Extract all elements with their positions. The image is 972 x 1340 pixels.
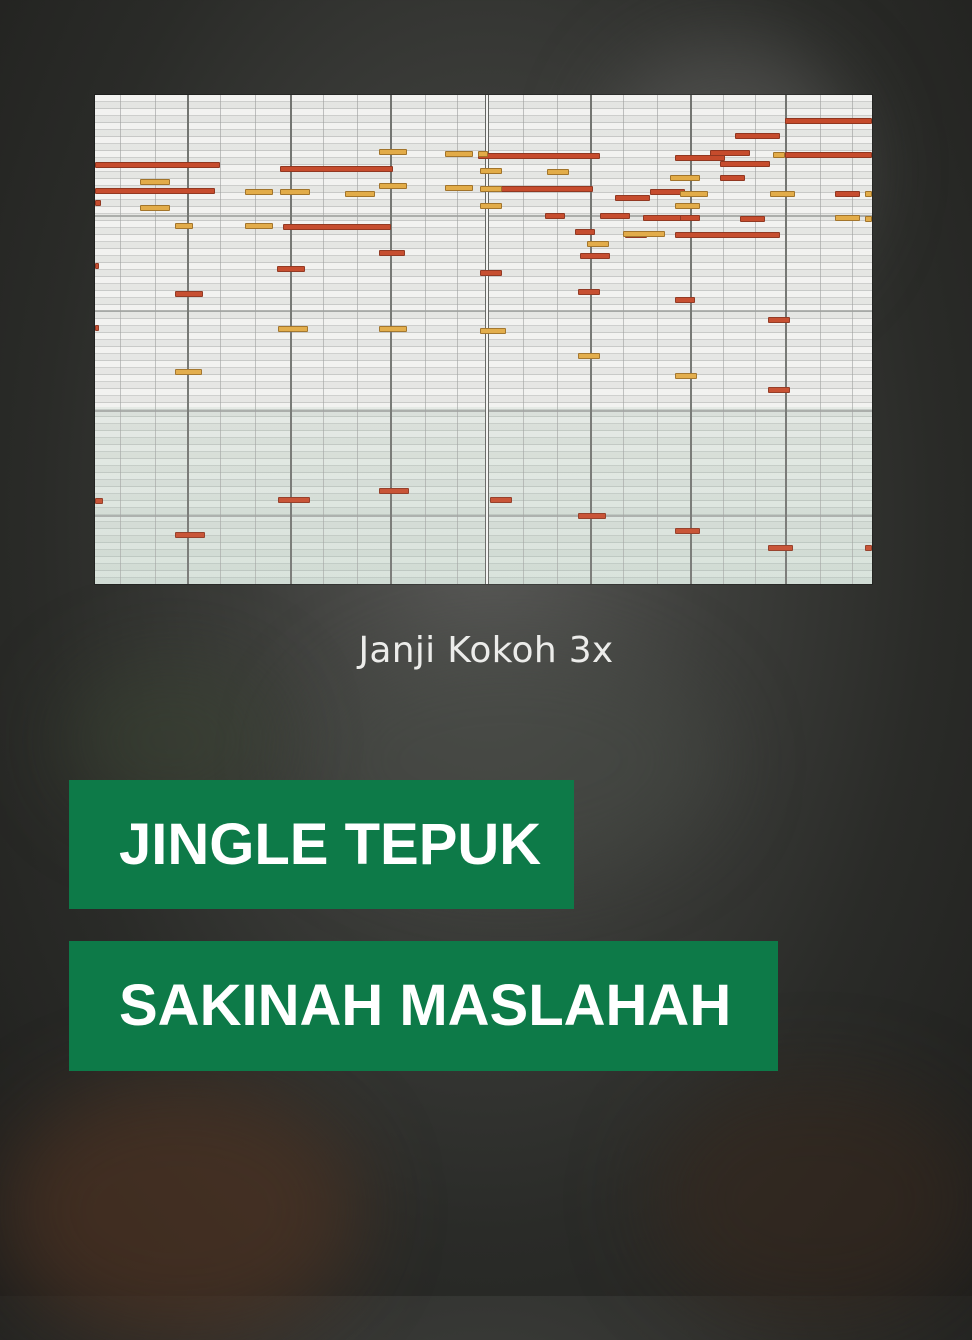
caption-text: Janji Kokoh 3x (358, 630, 614, 671)
background-blur (0, 1080, 360, 1340)
beat-line (852, 95, 853, 584)
beat-line (523, 95, 524, 584)
beat-line (657, 95, 658, 584)
midi-note (675, 373, 697, 379)
midi-note (445, 151, 473, 157)
midi-note (379, 326, 407, 332)
title-text-line-2: SAKINAH MASLAHAH (119, 973, 732, 1038)
midi-note (175, 223, 193, 229)
midi-note (95, 188, 215, 194)
midi-note (600, 213, 630, 219)
title-banner-line-1: JINGLE TEPUK (69, 780, 574, 909)
beat-line (723, 95, 724, 584)
beat-line (820, 95, 821, 584)
midi-note (379, 250, 405, 256)
midi-note (710, 150, 750, 156)
midi-note (379, 149, 407, 155)
midi-note (768, 545, 793, 551)
midi-note (480, 186, 502, 192)
midi-note (478, 153, 600, 159)
midi-note (278, 497, 310, 503)
midi-note (95, 263, 99, 269)
midi-note (480, 270, 502, 276)
midi-note (865, 545, 872, 551)
midi-note (95, 162, 220, 168)
midi-note (445, 185, 473, 191)
midi-note (785, 152, 872, 158)
midi-note (675, 297, 695, 303)
midi-note (680, 191, 708, 197)
midi-note (680, 215, 700, 221)
midi-note (140, 205, 170, 211)
midi-note (623, 231, 665, 237)
midi-note (280, 189, 310, 195)
midi-note (480, 168, 502, 174)
midi-note (773, 152, 785, 158)
midi-note (675, 203, 700, 209)
midi-note (770, 191, 795, 197)
title-banner-line-2: SAKINAH MASLAHAH (69, 941, 778, 1071)
midi-note (578, 289, 600, 295)
midi-note (580, 253, 610, 259)
beat-line (220, 95, 221, 584)
midi-note (835, 215, 860, 221)
midi-note (545, 213, 565, 219)
midi-note (575, 229, 595, 235)
midi-note (278, 326, 308, 332)
midi-note (490, 497, 512, 503)
title-text-line-1: JINGLE TEPUK (119, 811, 542, 877)
midi-note (587, 241, 609, 247)
midi-note (578, 513, 606, 519)
bar-line (785, 95, 787, 584)
midi-note (720, 161, 770, 167)
midi-note (245, 223, 273, 229)
midi-note (675, 528, 700, 534)
midi-note (740, 216, 765, 222)
bar-line (187, 95, 189, 584)
midi-note (493, 186, 593, 192)
midi-note (865, 191, 872, 197)
midi-note (245, 189, 273, 195)
midi-note (578, 353, 600, 359)
midi-note (720, 175, 745, 181)
midi-note (379, 488, 409, 494)
midi-note (865, 216, 872, 222)
beat-line (425, 95, 426, 584)
midi-note (280, 166, 393, 172)
midi-note (95, 325, 99, 331)
midi-note (547, 169, 569, 175)
midi-note (175, 291, 203, 297)
midi-note (140, 179, 170, 185)
midi-note (283, 224, 391, 230)
bar-line (690, 95, 692, 584)
beat-line (755, 95, 756, 584)
midi-note (675, 232, 780, 238)
midi-note (643, 215, 683, 221)
midi-note (735, 133, 780, 139)
midi-note (480, 203, 502, 209)
midi-note (277, 266, 305, 272)
midi-note (345, 191, 375, 197)
background-blur (650, 1080, 972, 1320)
midi-note (835, 191, 860, 197)
midi-note (175, 532, 205, 538)
midi-note (478, 151, 488, 157)
midi-note (785, 118, 872, 124)
midi-note (95, 200, 101, 206)
midi-note (768, 317, 790, 323)
beat-line (623, 95, 624, 584)
midi-note (768, 387, 790, 393)
midi-note (670, 175, 700, 181)
beat-line (457, 95, 458, 584)
midi-note (615, 195, 650, 201)
midi-note (480, 328, 506, 334)
midi-note (175, 369, 202, 375)
beat-line (255, 95, 256, 584)
midi-note (95, 498, 103, 504)
beat-line (155, 95, 156, 584)
beat-line (120, 95, 121, 584)
piano-roll-screenshot (95, 95, 872, 584)
bar-line (590, 95, 592, 584)
midi-note (379, 183, 407, 189)
